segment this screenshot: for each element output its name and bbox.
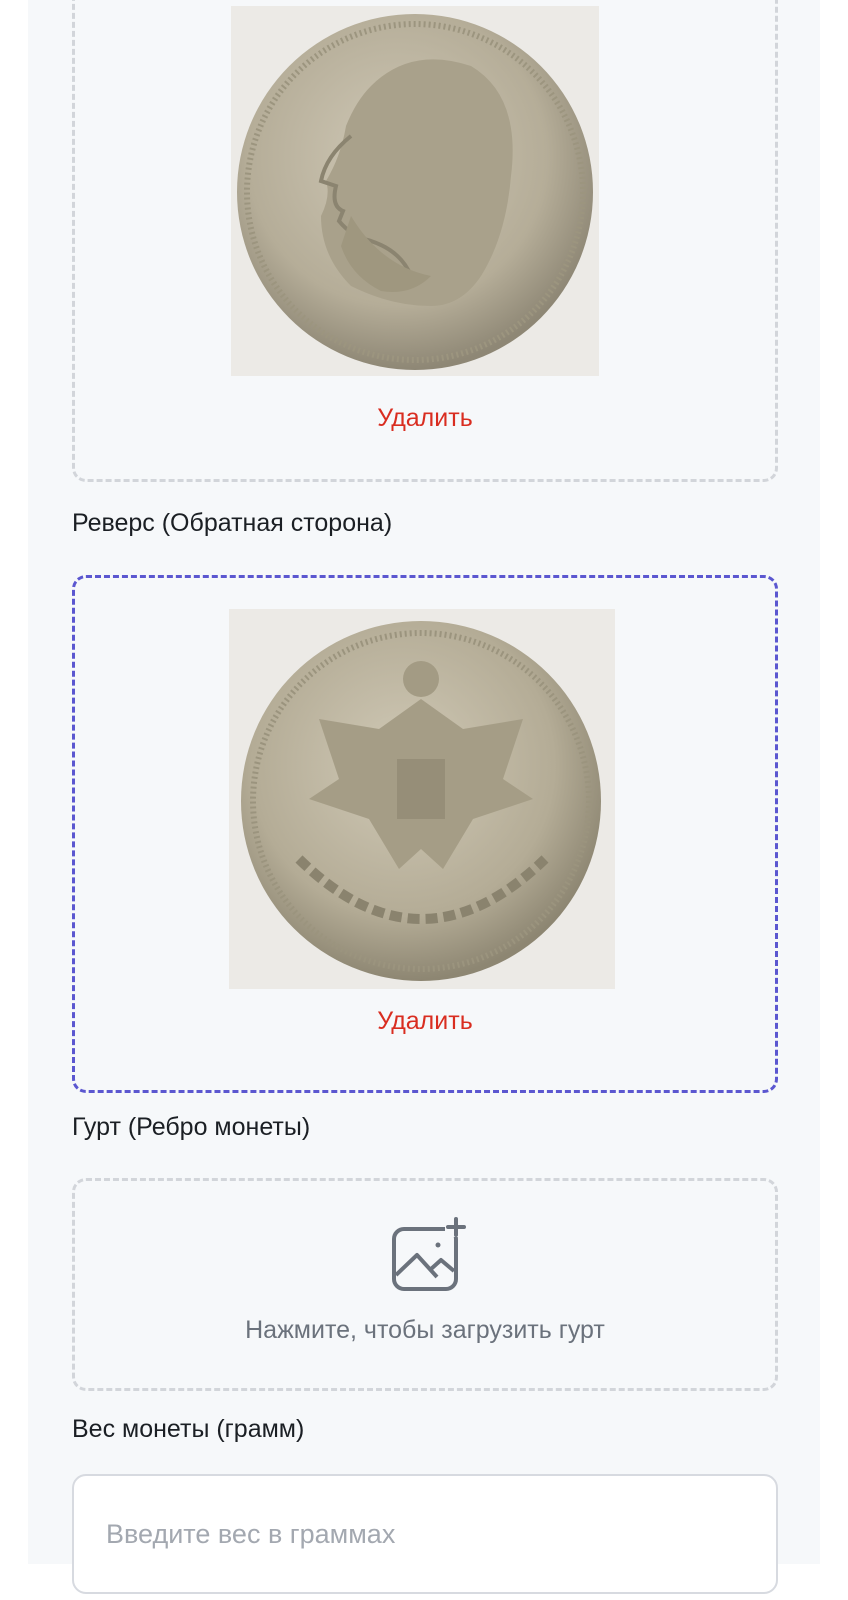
edge-label: Гурт (Ребро монеты): [72, 1113, 311, 1141]
edge-upload-dropzone[interactable]: Нажмите, чтобы загрузить гурт: [72, 1178, 778, 1391]
weight-label: Вес монеты (грамм): [72, 1415, 305, 1443]
reverse-dropzone[interactable]: Удалить: [72, 575, 778, 1093]
add-image-icon: [391, 1215, 469, 1293]
obverse-dropzone[interactable]: Удалить: [72, 0, 778, 482]
reverse-label: Реверс (Обратная сторона): [72, 509, 393, 537]
edge-upload-text: Нажмите, чтобы загрузить гурт: [245, 1316, 605, 1344]
coin-reverse-image: [229, 609, 615, 989]
reverse-image: [229, 609, 615, 989]
obverse-image: [231, 6, 599, 376]
coin-obverse-image: [231, 6, 599, 376]
obverse-delete-button[interactable]: Удалить: [75, 403, 775, 433]
weight-input[interactable]: [72, 1474, 778, 1594]
reverse-delete-button[interactable]: Удалить: [75, 1006, 775, 1036]
